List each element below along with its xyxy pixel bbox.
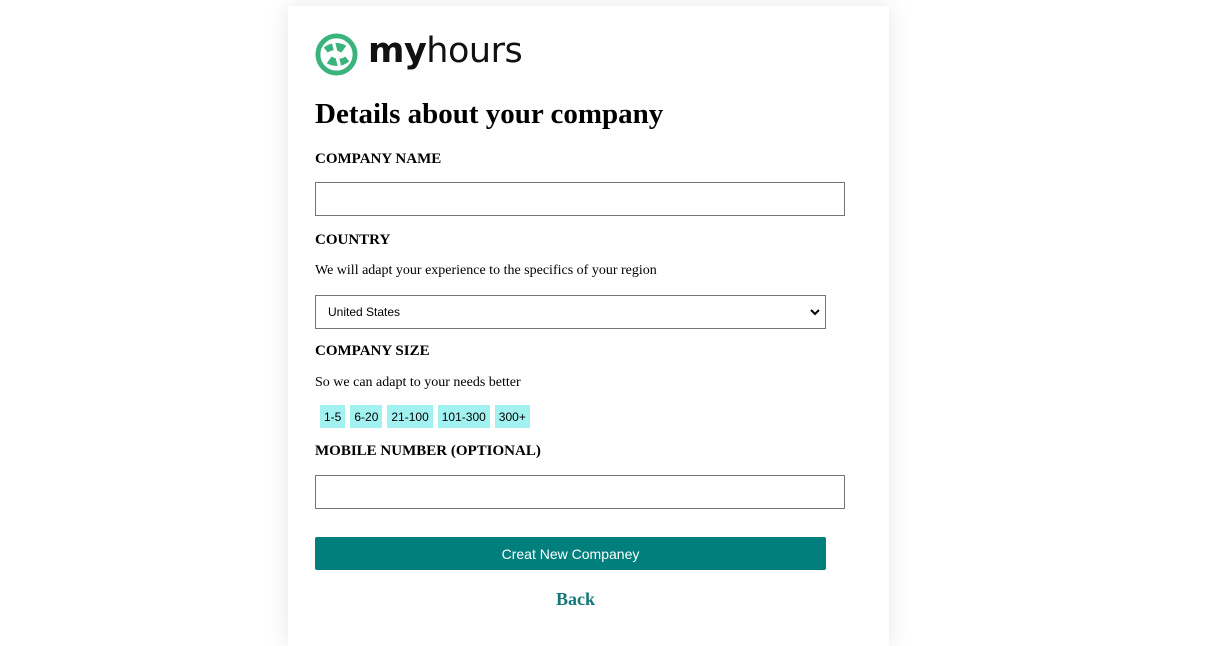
myhours-logo: myhours: [315, 30, 523, 76]
size-option-300-plus[interactable]: 300+: [494, 405, 530, 428]
logo-wordmark: myhours: [368, 30, 523, 71]
logo-wordmark-light: hours: [426, 30, 523, 71]
country-label: COUNTRY: [315, 232, 391, 248]
globe-clock-icon: [315, 32, 358, 76]
signup-card: myhours Details about your company COMPA…: [288, 6, 889, 646]
company-size-label: COMPANY SIZE: [315, 343, 430, 359]
size-option-1-5[interactable]: 1-5: [320, 405, 346, 428]
back-link[interactable]: Back: [288, 589, 863, 610]
size-option-101-300[interactable]: 101-300: [437, 405, 490, 428]
size-option-21-100[interactable]: 21-100: [387, 405, 433, 428]
country-select-value: United States: [328, 305, 401, 319]
logo-wordmark-bold: my: [368, 30, 427, 71]
mobile-number-input[interactable]: [315, 475, 845, 509]
country-select[interactable]: United States: [315, 295, 826, 329]
company-name-label: COMPANY NAME: [315, 151, 442, 167]
company-size-helper-text: So we can adapt to your needs better: [315, 375, 521, 390]
country-helper-text: We will adapt your experience to the spe…: [315, 263, 657, 278]
chevron-down-icon: [810, 309, 820, 316]
page-title: Details about your company: [315, 98, 664, 130]
size-option-6-20[interactable]: 6-20: [350, 405, 383, 428]
create-company-button[interactable]: Creat New Companey: [315, 537, 826, 570]
mobile-number-label: MOBILE NUMBER (OPTIONAL): [315, 443, 541, 459]
company-name-input[interactable]: [315, 182, 845, 216]
company-size-options: 1-5 6-20 21-100 101-300 300+: [320, 405, 530, 428]
